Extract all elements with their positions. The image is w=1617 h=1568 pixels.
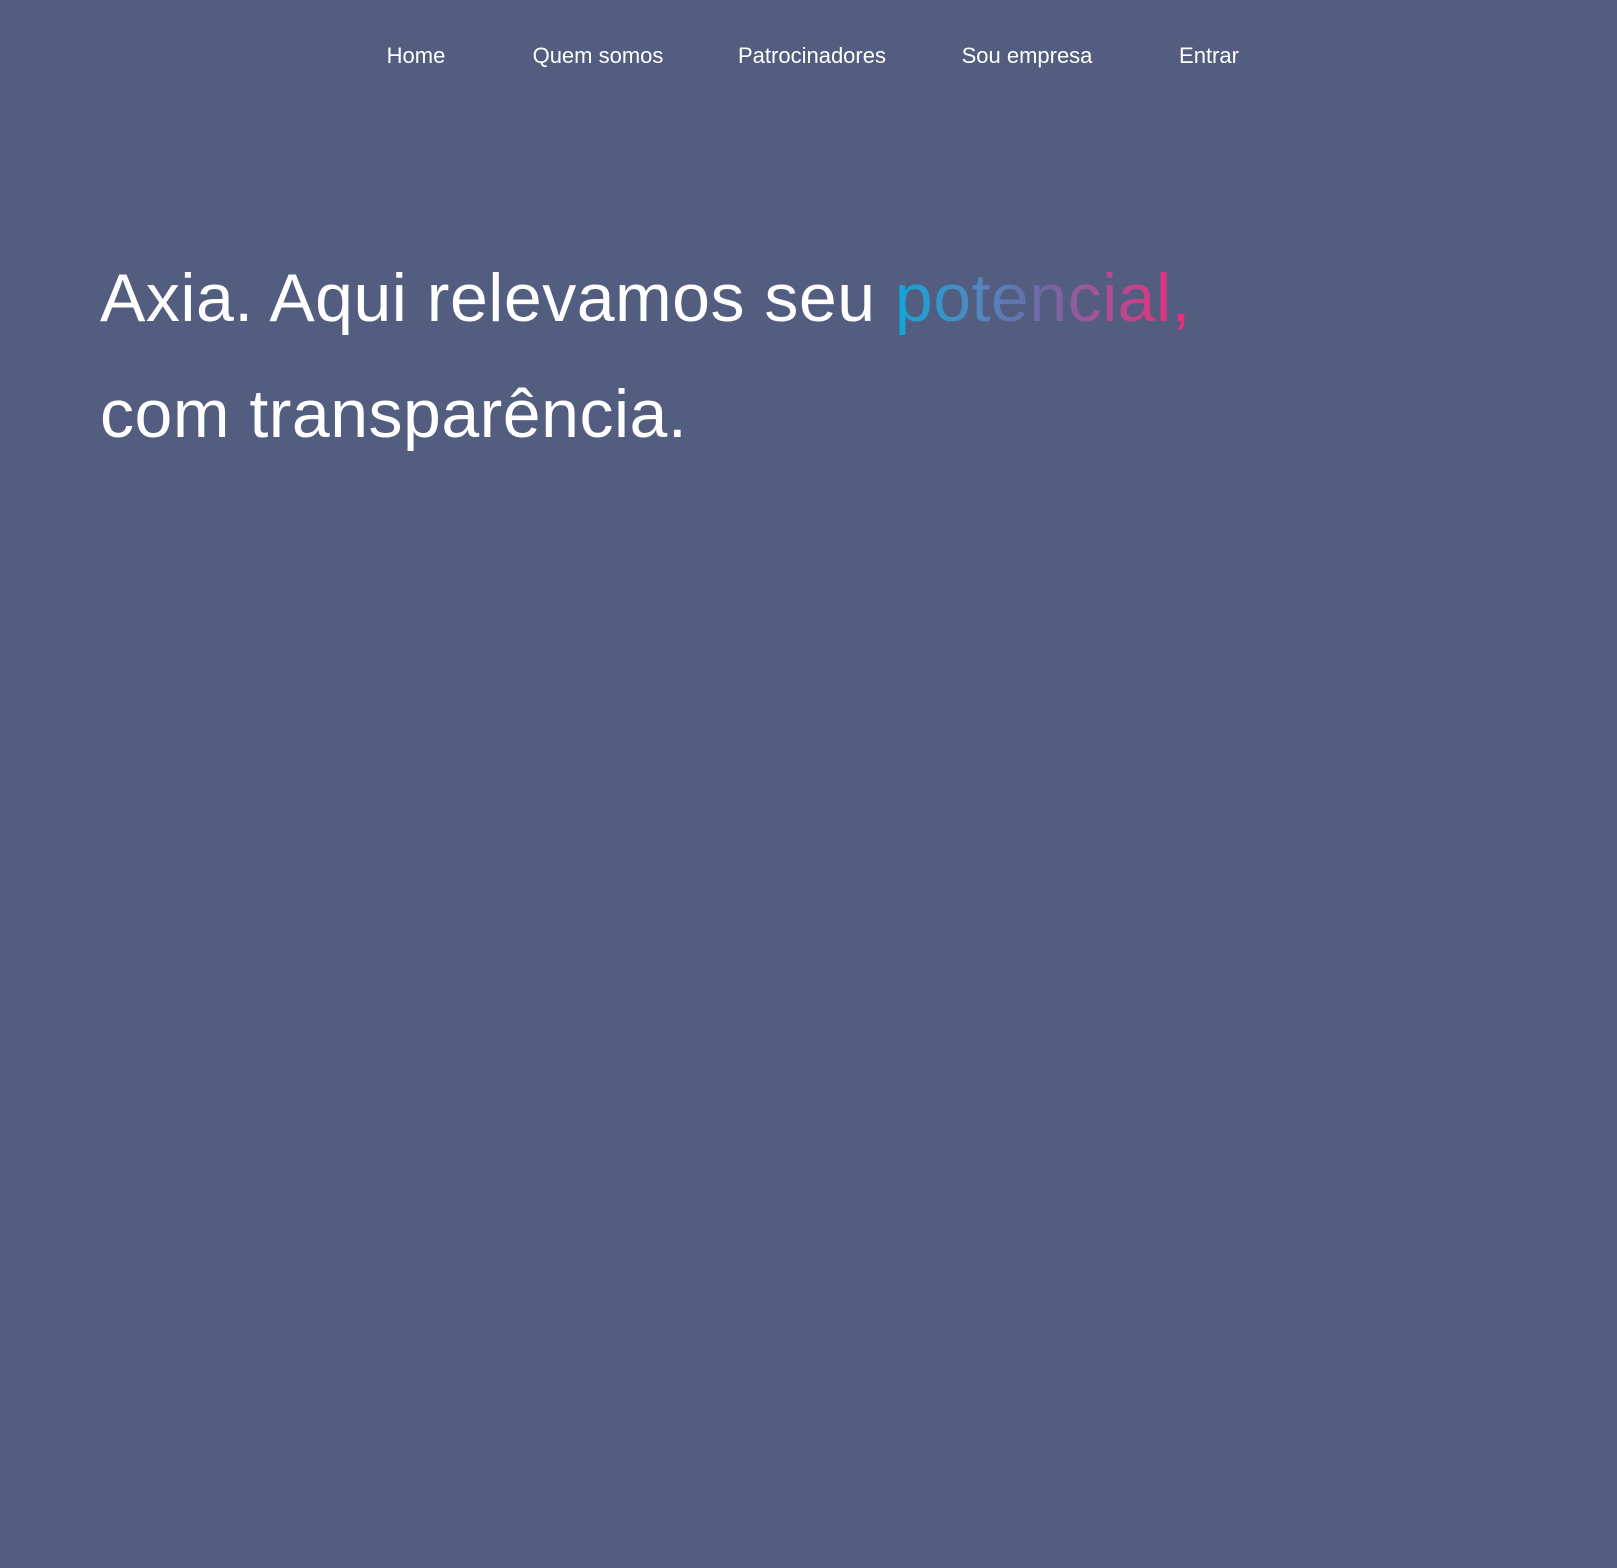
hero-headline: Axia. Aqui relevamos seu potencial, com … bbox=[100, 240, 1400, 472]
hero-highlight-word: potencial, bbox=[894, 260, 1191, 336]
top-navigation: Home Quem somos Patrocinadores Sou empre… bbox=[0, 36, 1617, 76]
nav-link-patrocinadores[interactable]: Patrocinadores bbox=[738, 36, 886, 76]
hero-line-1: Axia. Aqui relevamos seu potencial, bbox=[100, 240, 1400, 356]
nav-link-home[interactable]: Home bbox=[387, 36, 446, 76]
nav-link-entrar[interactable]: Entrar bbox=[1179, 36, 1239, 76]
nav-link-quem-somos[interactable]: Quem somos bbox=[533, 36, 664, 76]
hero-line-2: com transparência. bbox=[100, 376, 688, 452]
nav-link-sou-empresa[interactable]: Sou empresa bbox=[962, 36, 1093, 76]
hero-line-1-text: Axia. Aqui relevamos seu bbox=[100, 260, 895, 336]
